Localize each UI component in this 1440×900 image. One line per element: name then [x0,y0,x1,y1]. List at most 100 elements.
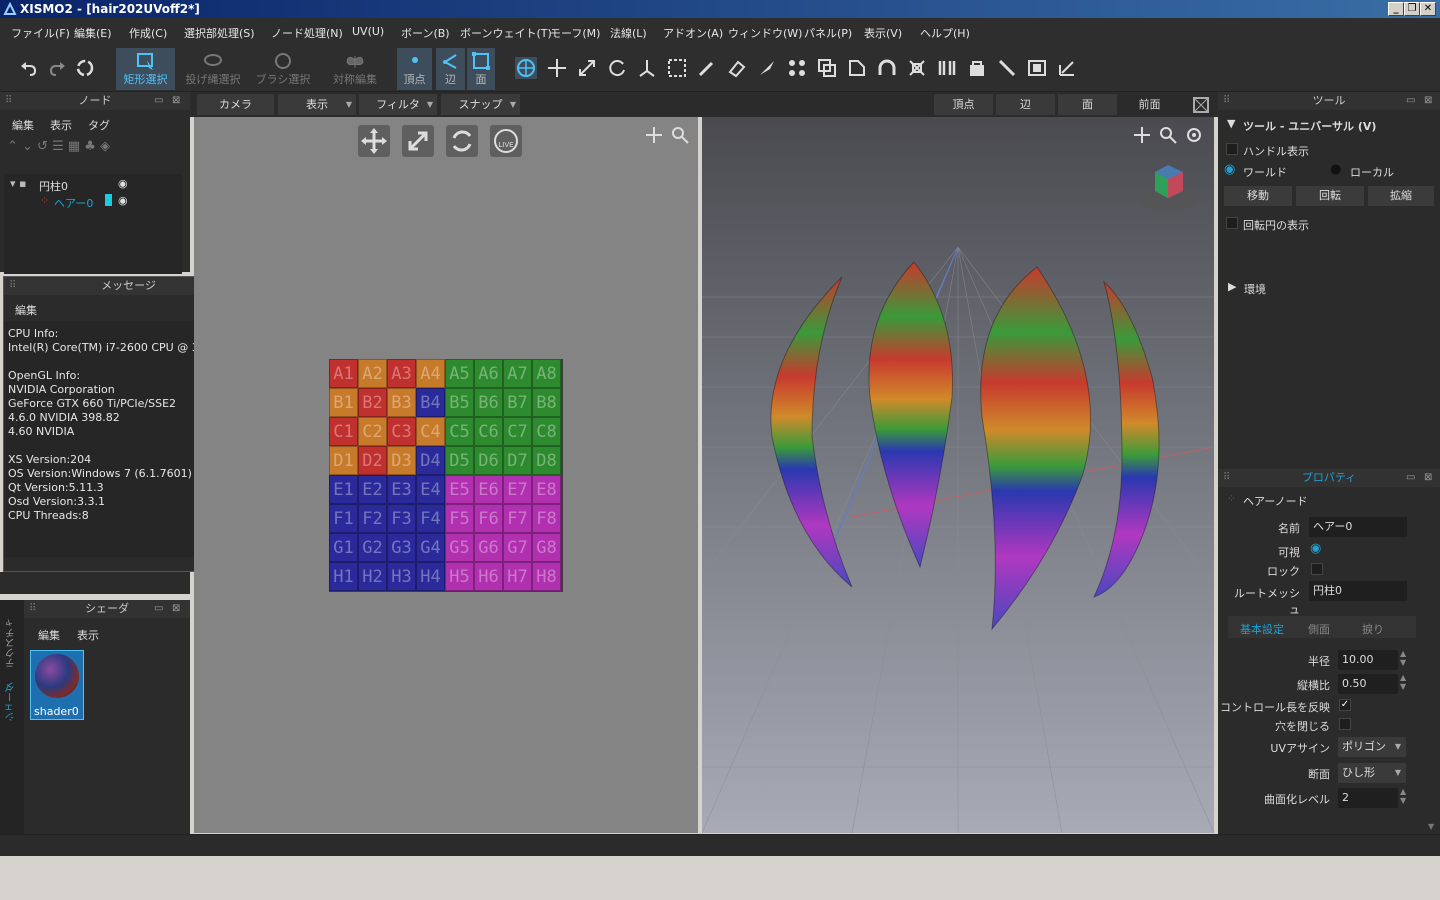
tab-texture[interactable]: テクスチャ [4,608,20,668]
tab-side[interactable]: 側面 [1308,621,1330,637]
rotate-icon[interactable] [606,57,628,79]
marquee-icon[interactable] [666,57,688,79]
arch-icon[interactable] [876,57,898,79]
root-mesh-input[interactable]: 円柱0 [1309,581,1407,601]
drag-handle-icon[interactable]: ⠿ [1223,92,1230,110]
menu-edit[interactable]: 編集(E) [74,25,112,41]
shader-menu-view[interactable]: 表示 [77,627,99,643]
menu-selection[interactable]: 選択部処理(S) [184,25,255,41]
radius-spinner-icon[interactable]: ▲ ▼ [1400,649,1406,667]
menu-view[interactable]: 表示(V) [864,25,902,41]
axis-icon[interactable] [636,57,658,79]
brush-icon[interactable] [996,57,1018,79]
menu-bone[interactable]: ボーン(B) [401,25,450,41]
tab-display[interactable]: 表示 ▼ [278,94,356,115]
view-tab-vertex[interactable]: 頂点 [934,94,993,115]
recycle-icon[interactable] [74,57,96,79]
tree-item-cylinder[interactable]: 円柱0 [39,178,68,194]
undo-icon[interactable] [18,57,40,79]
tab-basic-settings[interactable]: 基本設定 [1240,621,1284,637]
world-radio-icon[interactable]: ◉ [1224,162,1235,177]
view-tab-front[interactable]: 前面 [1120,94,1179,115]
rotate-button[interactable]: 回転 [1296,186,1364,206]
pan-icon[interactable] [644,125,664,145]
panel-close-icon[interactable]: ⊠ [172,92,180,110]
message-menu-edit[interactable]: 編集 [15,302,37,318]
move-button[interactable]: 移動 [1224,186,1292,206]
uv-viewport[interactable]: LIVE A1 A2 A3 A4 A5 A6 A7 A8 B1 B2 B3 B4 B5 B6 B7 B8 C1 C… [194,117,698,833]
orbit-icon[interactable] [1184,125,1204,145]
menu-help[interactable]: ヘルプ(H) [920,25,970,41]
menu-normal[interactable]: 法線(L) [610,25,647,41]
close-button[interactable]: ✕ [1420,2,1436,16]
symmetric-edit-button[interactable]: 対称編集 [326,48,384,90]
visible-toggle-icon[interactable]: ◉ [1310,541,1321,556]
pan-icon[interactable] [1132,125,1152,145]
handle-display-checkbox[interactable] [1226,143,1238,155]
tab-snap[interactable]: スナップ ▼ [441,94,520,115]
bag-icon[interactable] [966,57,988,79]
view-cube-icon[interactable] [1191,95,1211,115]
uv-assign-select[interactable]: ポリゴン ▼ [1338,737,1406,757]
uv-rotate-button[interactable] [446,125,478,157]
radius-input[interactable]: 10.00 [1338,650,1398,670]
lock-checkbox[interactable] [1311,563,1323,575]
name-input[interactable]: ヘアー0 [1309,517,1407,537]
uv-scale-button[interactable] [402,125,434,157]
menu-file[interactable]: ファイル(F) [11,25,70,41]
panel-close-icon[interactable]: ⊠ [1424,92,1432,110]
section-select[interactable]: ひし形 ▼ [1338,763,1406,783]
drag-handle-icon[interactable]: ⠿ [9,277,16,295]
menu-morph[interactable]: モーフ(M) [550,25,600,41]
uv-pan-button[interactable] [358,125,390,157]
drag-handle-icon[interactable]: ⠿ [1223,469,1230,487]
vertex-mode-button[interactable]: 頂点 [397,48,432,90]
scale-icon[interactable] [576,57,598,79]
view-tab-edge[interactable]: 辺 [996,94,1055,115]
menu-panel[interactable]: パネル(P) [804,25,852,41]
menu-uv[interactable]: UV(U) [352,25,384,38]
globe-icon[interactable] [515,57,537,79]
bevel-icon[interactable] [846,57,868,79]
shader-menu-edit[interactable]: 編集 [38,627,60,643]
node-menu-tag[interactable]: タグ [88,117,110,133]
scroll-down-icon[interactable]: ▼ [1428,822,1434,831]
tab-shader[interactable]: シェーダ [4,672,20,722]
minimize-button[interactable]: _ [1388,2,1404,16]
reflect-control-checkbox[interactable]: ✓ [1339,699,1351,711]
panel-close-icon[interactable]: ⊠ [1424,469,1432,487]
pen-icon[interactable] [696,57,718,79]
knife-icon[interactable] [756,57,778,79]
panel-close-icon[interactable]: ⊠ [172,600,180,618]
float-icon[interactable]: ▭ [1406,92,1415,110]
bars-icon[interactable] [936,57,958,79]
curve-level-spinner-icon[interactable]: ▲ ▼ [1400,787,1406,805]
tab-twist[interactable]: 捩り [1362,621,1384,637]
menu-node[interactable]: ノード処理(N) [271,25,343,41]
tree-expand-icon[interactable]: ▾ ▪ [10,177,26,190]
menu-bone-weight[interactable]: ボーンウェイト(T) [460,25,552,41]
float-icon[interactable]: ▭ [154,600,163,618]
edit-icon[interactable] [1056,57,1078,79]
visibility-eye-icon-2[interactable]: ◉ [118,194,128,207]
tree-item-hair[interactable]: ヘアー0 [54,195,93,211]
drag-handle-icon[interactable]: ⠿ [29,600,36,618]
aspect-spinner-icon[interactable]: ▲ ▼ [1400,673,1406,691]
aspect-input[interactable]: 0.50 [1338,674,1398,694]
merge-icon[interactable] [906,57,928,79]
expand-arrow-icon[interactable]: ▶ [1228,280,1236,293]
node-menu-edit[interactable]: 編集 [12,117,34,133]
move-icon[interactable] [546,57,568,79]
scale-button[interactable]: 拡縮 [1368,186,1434,206]
node-toolbar-icons[interactable]: ⌃ ⌄ ↺ ☰ ▦ ♣ ◈ [7,139,110,154]
curve-level-input[interactable]: 2 [1338,788,1398,808]
cluster-icon[interactable] [786,57,808,79]
menu-addon[interactable]: アドオン(A) [663,25,723,41]
node-menu-view[interactable]: 表示 [50,117,72,133]
lasso-select-button[interactable]: 投げ縄選択 [183,48,243,90]
tool-section-title[interactable]: ツール - ユニバーサル (V) [1243,118,1376,134]
visibility-eye-icon[interactable]: ◉ [118,177,128,190]
edge-mode-button[interactable]: 辺 [436,48,465,90]
tab-filter[interactable]: フィルタ ▼ [359,94,437,115]
shader-item[interactable]: shader0 [30,650,84,720]
